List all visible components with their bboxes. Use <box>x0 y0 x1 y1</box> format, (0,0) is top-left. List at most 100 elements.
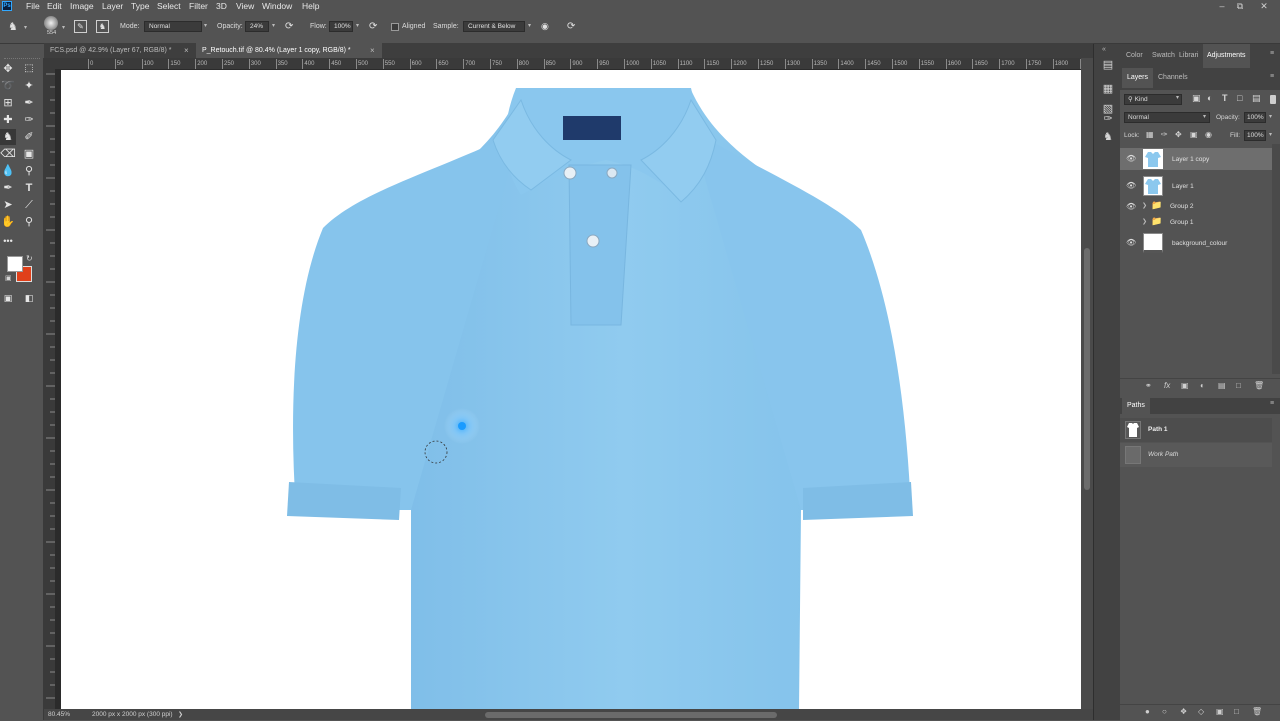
close-tab-icon[interactable]: × <box>184 43 189 58</box>
healing-brush-tool-icon[interactable]: ✚ <box>0 112 16 128</box>
opacity-chevron-icon[interactable]: ▾ <box>269 21 278 32</box>
new-group-icon[interactable]: ▤ <box>1218 381 1226 390</box>
blend-chevron-icon[interactable]: ▾ <box>1203 113 1206 120</box>
sample-select[interactable]: Current & Below <box>463 21 525 32</box>
tab-layers[interactable]: Layers <box>1122 68 1154 88</box>
zoom-level[interactable]: 80.45% <box>48 711 70 718</box>
close-window-icon[interactable]: ✕ <box>1256 0 1272 12</box>
eyedropper-tool-icon[interactable]: ✒ <box>21 95 37 111</box>
crop-tool-icon[interactable]: ⊞ <box>0 95 16 111</box>
brush-settings-panel-icon[interactable]: ✑ <box>1101 112 1115 126</box>
new-path-icon[interactable]: □ <box>1234 707 1239 716</box>
tab-p-retouch[interactable]: P_Retouch.tif @ 80.4% (Layer 1 copy, RGB… <box>196 43 382 58</box>
add-mask-path-icon[interactable]: ▣ <box>1216 707 1224 716</box>
quick-mask-icon[interactable]: ▣ <box>0 290 16 306</box>
visibility-eye-icon[interactable]: 👁 <box>1126 181 1136 190</box>
visibility-off-box[interactable] <box>1126 218 1136 228</box>
ruler-origin[interactable] <box>44 58 60 69</box>
lock-all-icon[interactable]: ◉ <box>1205 130 1212 139</box>
eraser-tool-icon[interactable]: ⌫ <box>0 146 16 162</box>
lock-image-pixels-icon[interactable]: ✑ <box>1161 130 1168 139</box>
filter-pixel-layers-icon[interactable]: ▣ <box>1192 93 1201 104</box>
lock-transparent-pixels-icon[interactable]: ▦ <box>1146 130 1154 139</box>
paths-panel-menu-icon[interactable]: ≡ <box>1270 400 1274 407</box>
clone-stamp-tool-icon[interactable]: ♞ <box>0 129 16 145</box>
flow-input[interactable]: 100% <box>329 21 353 32</box>
menu-window[interactable]: Window <box>262 1 292 11</box>
layer-opacity-chevron-icon[interactable]: ▾ <box>1269 113 1272 120</box>
ignore-adjustment-layers-icon[interactable]: ◉ <box>541 21 549 32</box>
tab-color[interactable]: Color <box>1123 44 1146 68</box>
dodge-tool-icon[interactable]: ⚲ <box>21 163 37 179</box>
pressure-size-icon[interactable]: ⟳ <box>567 21 575 32</box>
menu-select[interactable]: Select <box>157 1 181 11</box>
pen-tool-icon[interactable]: ✒ <box>0 180 16 196</box>
lock-artboard-icon[interactable]: ▣ <box>1190 130 1198 139</box>
menu-3d[interactable]: 3D <box>216 1 227 11</box>
layer-row-layer-1[interactable]: 👁 Layer 1 <box>1120 175 1272 197</box>
chevron-down-icon[interactable]: ▾ <box>24 24 27 31</box>
zoom-tool-icon[interactable]: ⚲ <box>21 214 37 230</box>
marquee-tool-icon[interactable]: ⬚ <box>21 61 37 77</box>
hand-tool-icon[interactable]: ✋ <box>0 214 16 230</box>
magic-wand-tool-icon[interactable]: ✦ <box>21 78 37 94</box>
make-work-path-icon[interactable]: ◇ <box>1198 707 1204 716</box>
new-layer-icon[interactable]: □ <box>1236 381 1241 390</box>
add-mask-icon[interactable]: ▣ <box>1181 381 1189 390</box>
layers-panel-menu-icon[interactable]: ≡ <box>1270 73 1274 80</box>
filter-smart-objects-icon[interactable]: ▤ <box>1252 93 1261 104</box>
move-tool-icon[interactable]: ✥ <box>0 61 16 77</box>
type-tool-icon[interactable]: T <box>21 180 37 196</box>
new-adjustment-layer-icon[interactable]: ◐ <box>1200 381 1205 390</box>
visibility-eye-icon[interactable]: 👁 <box>1126 202 1136 211</box>
visibility-eye-icon[interactable]: 👁 <box>1126 154 1136 163</box>
path-row-2[interactable]: Work Path <box>1120 443 1272 467</box>
filter-type-layers-icon[interactable]: T <box>1222 93 1228 103</box>
tab-channels[interactable]: Channels <box>1155 68 1191 88</box>
document-info[interactable]: 2000 px x 2000 px (300 ppi) <box>92 711 173 718</box>
mode-select[interactable]: Normal <box>144 21 202 32</box>
delete-layer-icon[interactable]: 🗑 <box>1254 381 1264 390</box>
lasso-tool-icon[interactable]: ➰ <box>0 78 16 94</box>
flow-chevron-icon[interactable]: ▾ <box>353 21 362 32</box>
filter-toggle-switch[interactable] <box>1270 95 1276 104</box>
filter-adjustment-layers-icon[interactable]: ◐ <box>1207 93 1212 103</box>
more-tools-icon[interactable]: ••• <box>0 233 16 249</box>
path-selection-tool-icon[interactable]: ➤ <box>0 197 16 213</box>
layer-fill-input[interactable]: 100% <box>1244 130 1266 141</box>
layer-style-icon[interactable]: fx <box>1164 381 1170 390</box>
status-menu-chevron-icon[interactable]: ❯ <box>178 711 183 718</box>
history-panel-icon[interactable]: ▤ <box>1101 58 1115 72</box>
blend-mode-select[interactable]: Normal <box>1124 112 1210 123</box>
swap-colors-icon[interactable]: ↻ <box>26 254 33 263</box>
panel-menu-icon[interactable]: ≡ <box>1270 50 1274 57</box>
foreground-color-swatch[interactable] <box>7 256 23 272</box>
brush-preview-icon[interactable] <box>44 16 58 30</box>
vertical-scroll-thumb[interactable] <box>1084 248 1090 490</box>
sample-chevron-icon[interactable]: ▾ <box>525 21 534 32</box>
visibility-eye-icon[interactable]: 👁 <box>1126 238 1136 247</box>
layer-row-layer-1-copy[interactable]: 👁 Layer 1 copy <box>1120 148 1272 170</box>
expand-panels-icon[interactable]: « <box>1102 46 1106 53</box>
blur-tool-icon[interactable]: 💧 <box>0 163 16 179</box>
menu-help[interactable]: Help <box>302 1 319 11</box>
gradient-tool-icon[interactable]: ▣ <box>21 146 37 162</box>
brush-settings-icon[interactable]: ✎ <box>74 20 87 33</box>
tab-paths[interactable]: Paths <box>1122 398 1150 414</box>
layer-opacity-input[interactable]: 100% <box>1244 112 1266 123</box>
horizontal-scroll-thumb[interactable] <box>485 712 777 718</box>
layer-filter-kind-select[interactable]: ⚲ Kind <box>1124 94 1182 105</box>
filter-shape-layers-icon[interactable]: □ <box>1237 93 1242 103</box>
menu-edit[interactable]: Edit <box>47 1 62 11</box>
aligned-checkbox[interactable] <box>391 23 399 31</box>
menu-view[interactable]: View <box>236 1 254 11</box>
fill-path-icon[interactable]: ● <box>1145 707 1150 716</box>
menu-layer[interactable]: Layer <box>102 1 123 11</box>
history-brush-tool-icon[interactable]: ✐ <box>21 129 37 145</box>
restore-icon[interactable]: ⧉ <box>1232 0 1248 12</box>
tab-libraries[interactable]: Librari <box>1176 44 1201 68</box>
lock-position-icon[interactable]: ✥ <box>1175 130 1182 139</box>
clone-source-panel-icon[interactable]: ♞ <box>1101 130 1115 144</box>
delete-path-icon[interactable]: 🗑 <box>1252 707 1262 716</box>
opacity-input[interactable]: 24% <box>245 21 269 32</box>
